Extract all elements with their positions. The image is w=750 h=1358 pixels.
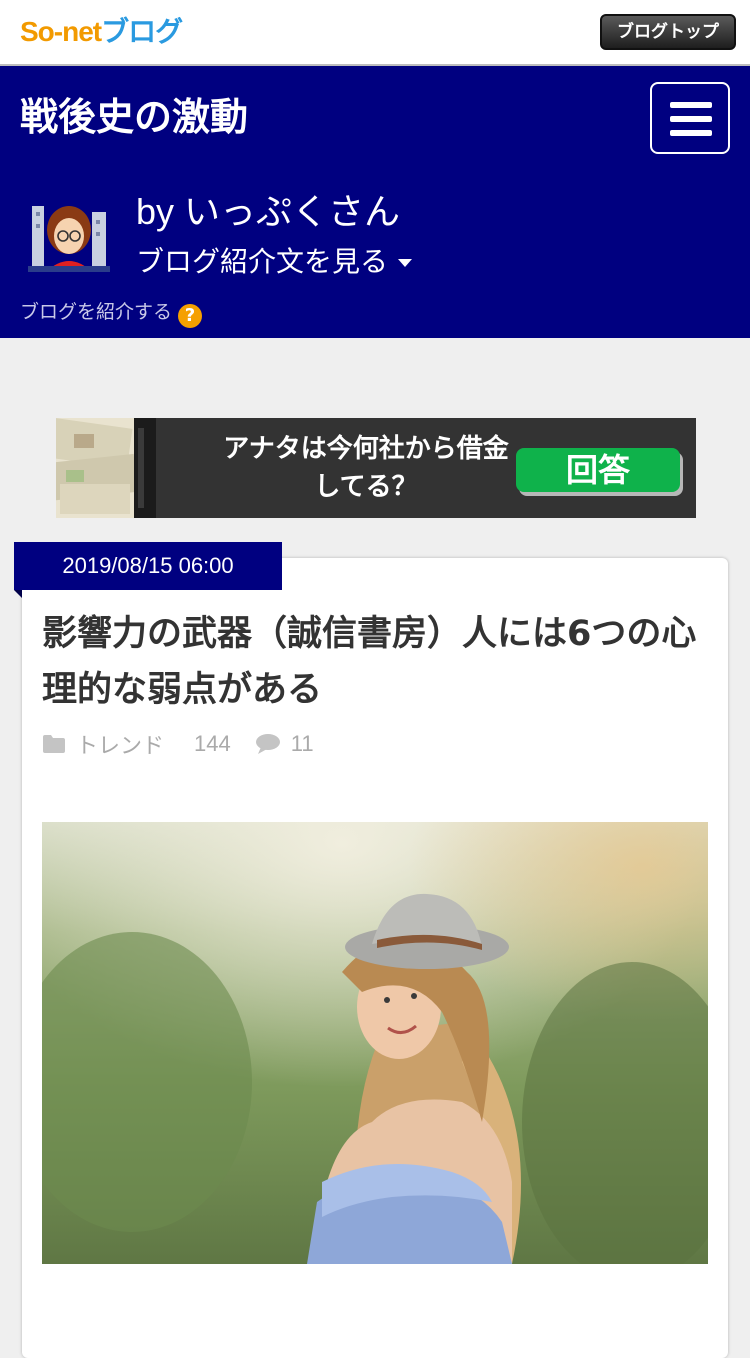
comment-count[interactable]: 11 (291, 731, 314, 757)
introduce-blog-label: ブログを紹介する (20, 301, 173, 323)
post-meta: トレンド 144 11 (42, 726, 314, 762)
ad-headline: アナタは今何社から借金してる？ (223, 434, 509, 502)
ad-answer-button[interactable]: 回答 (516, 448, 680, 492)
folder-icon (43, 735, 65, 753)
author-avatar[interactable] (28, 196, 110, 272)
ad-money-image (56, 418, 156, 518)
show-blog-intro-link[interactable]: ブログ紹介文を見る (136, 242, 413, 282)
post-title[interactable]: 影響力の武器（誠信書房）人には6つの心理的な弱点がある (42, 606, 718, 718)
menu-icon-bar (670, 130, 712, 136)
post-date: 2019/08/15 06:00 (14, 542, 282, 590)
blog-top-button[interactable]: ブログトップ (600, 14, 736, 50)
comment-icon (255, 734, 280, 754)
logo-blog-text: ブログ (101, 16, 183, 47)
view-count: 144 (194, 731, 231, 756)
blog-title[interactable]: 戦後史の激動 (20, 92, 248, 142)
logo-so-net-text: So-net (20, 16, 102, 47)
ribbon-fold (14, 590, 22, 598)
show-blog-intro-label: ブログ紹介文を見る (136, 245, 389, 278)
menu-button[interactable] (650, 82, 730, 154)
site-topbar: So-netブログ ブログトップ (0, 0, 750, 66)
post-featured-image[interactable] (42, 822, 708, 1264)
so-net-blog-logo[interactable]: So-netブログ (20, 12, 183, 52)
author-byline[interactable]: by いっぷくさん (136, 188, 400, 236)
ad-banner[interactable]: アナタは今何社から借金してる？ 回答 (56, 418, 696, 518)
chevron-down-icon (398, 259, 413, 267)
introduce-blog-link[interactable]: ブログを紹介する? (20, 298, 203, 328)
menu-icon-bar (670, 116, 712, 122)
blog-header: 戦後史の激動 by いっぷくさん ブログ紹介文を見る ブログを紹介する? (0, 66, 750, 338)
post-category[interactable]: トレンド (76, 728, 164, 760)
help-icon[interactable]: ? (178, 304, 203, 328)
menu-icon (670, 102, 712, 108)
